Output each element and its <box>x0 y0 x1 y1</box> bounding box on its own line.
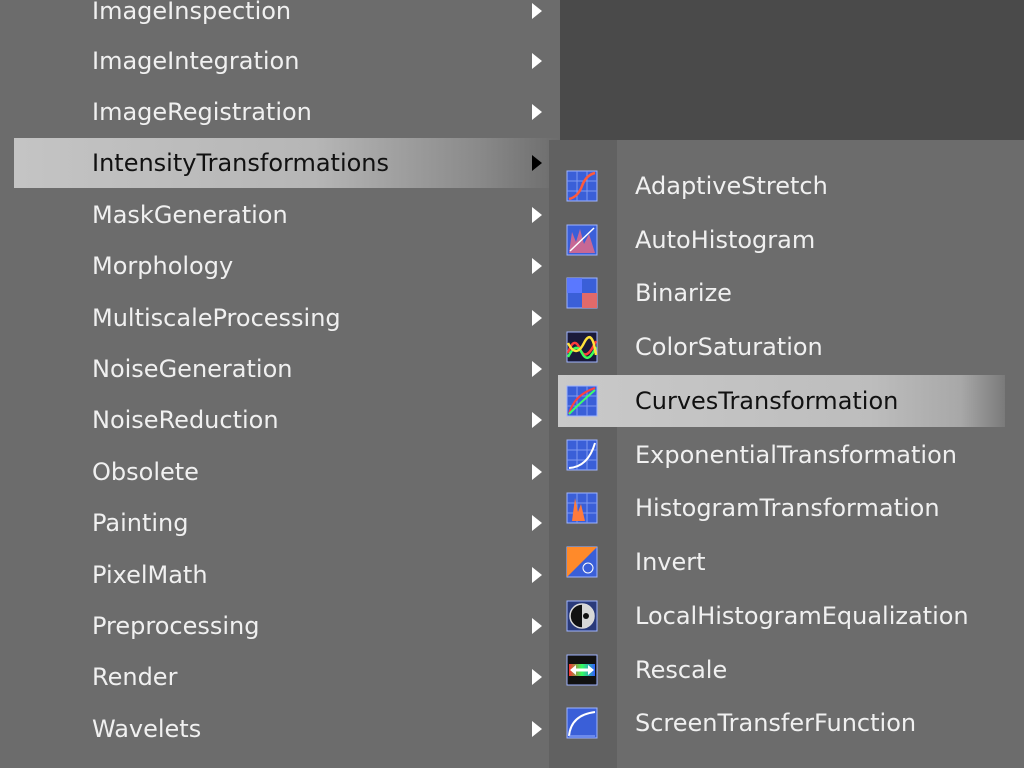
screen: ImageInspection ImageIntegration ImageRe… <box>0 0 1024 768</box>
binarize-icon <box>566 277 598 309</box>
submenu-item-curves-transformation[interactable]: CurvesTransformation <box>558 375 1005 427</box>
menu-item-label: ImageIntegration <box>92 47 300 75</box>
submenu-item-adaptive-stretch[interactable]: AdaptiveStretch <box>549 160 1024 212</box>
menu-item-pixel-math[interactable]: PixelMath <box>74 550 560 600</box>
submenu-arrow-icon <box>532 310 542 326</box>
submenu-item-histogram-transformation[interactable]: HistogramTransformation <box>549 482 1024 534</box>
submenu-item-rescale[interactable]: Rescale <box>549 644 1024 696</box>
menu-item-preprocessing[interactable]: Preprocessing <box>74 601 560 651</box>
submenu-item-local-histogram-equalization[interactable]: LocalHistogramEqualization <box>549 590 1024 642</box>
menu-item-painting[interactable]: Painting <box>74 498 560 548</box>
menu-item-label: Wavelets <box>92 715 202 743</box>
submenu-arrow-icon <box>532 207 542 223</box>
menu-item-label: ImageInspection <box>92 0 292 25</box>
submenu-arrow-icon <box>532 412 542 428</box>
workspace-background <box>560 0 1024 140</box>
submenu-item-label: Rescale <box>635 656 728 684</box>
submenu-item-exponential-transformation[interactable]: ExponentialTransformation <box>549 429 1024 481</box>
menu-item-image-inspection[interactable]: ImageInspection <box>74 0 560 36</box>
menu-item-label: Morphology <box>92 252 234 280</box>
menu-item-label: Painting <box>92 509 189 537</box>
submenu-arrow-icon <box>532 618 542 634</box>
submenu-item-label: AutoHistogram <box>635 226 816 254</box>
submenu-arrow-icon <box>532 721 542 737</box>
submenu-item-auto-histogram[interactable]: AutoHistogram <box>549 214 1024 266</box>
submenu-item-label: LocalHistogramEqualization <box>635 602 969 630</box>
submenu-arrow-icon <box>532 155 542 171</box>
menu-item-noise-reduction[interactable]: NoiseReduction <box>74 395 560 445</box>
menu-item-obsolete[interactable]: Obsolete <box>74 447 560 497</box>
submenu-arrow-icon <box>532 669 542 685</box>
submenu-arrow-icon <box>532 53 542 69</box>
menu-item-multiscale-processing[interactable]: MultiscaleProcessing <box>74 293 560 343</box>
submenu-arrow-icon <box>532 104 542 120</box>
submenu-item-label: ScreenTransferFunction <box>635 709 917 737</box>
submenu-arrow-icon <box>532 567 542 583</box>
intensity-transformations-submenu: AdaptiveStretch AutoHistogram Binarize C… <box>549 140 1024 768</box>
auto-histogram-icon <box>566 224 598 256</box>
menu-item-noise-generation[interactable]: NoiseGeneration <box>74 344 560 394</box>
menu-item-wavelets[interactable]: Wavelets <box>74 704 560 754</box>
submenu-item-label: AdaptiveStretch <box>635 172 828 200</box>
invert-icon <box>566 546 598 578</box>
submenu-arrow-icon <box>532 258 542 274</box>
color-saturation-icon <box>566 331 598 363</box>
menu-item-morphology[interactable]: Morphology <box>74 241 560 291</box>
submenu-item-label: ColorSaturation <box>635 333 823 361</box>
exponential-transformation-icon <box>566 439 598 471</box>
menu-item-label: MaskGeneration <box>92 201 288 229</box>
adaptive-stretch-icon <box>566 170 598 202</box>
local-histogram-equalization-icon <box>566 600 598 632</box>
menu-item-label: IntensityTransformations <box>92 149 390 177</box>
menu-item-image-integration[interactable]: ImageIntegration <box>74 36 560 86</box>
menu-item-label: PixelMath <box>92 561 208 589</box>
submenu-item-label: ExponentialTransformation <box>635 441 957 469</box>
menu-item-image-registration[interactable]: ImageRegistration <box>74 87 560 137</box>
submenu-item-label: HistogramTransformation <box>635 494 940 522</box>
menu-item-render[interactable]: Render <box>74 652 560 702</box>
submenu-item-label: Binarize <box>635 279 732 307</box>
submenu-item-color-saturation[interactable]: ColorSaturation <box>549 321 1024 373</box>
menu-item-mask-generation[interactable]: MaskGeneration <box>74 190 560 240</box>
menu-item-label: ImageRegistration <box>92 98 312 126</box>
submenu-item-label: Invert <box>635 548 706 576</box>
rescale-icon <box>566 654 598 686</box>
submenu-item-invert[interactable]: Invert <box>549 536 1024 588</box>
submenu-item-label: CurvesTransformation <box>635 387 899 415</box>
menu-item-label: NoiseReduction <box>92 406 279 434</box>
submenu-arrow-icon <box>532 515 542 531</box>
left-panel-strip <box>0 0 74 768</box>
menu-item-label: Obsolete <box>92 458 199 486</box>
menu-item-intensity-transformations[interactable]: IntensityTransformations <box>14 138 560 188</box>
submenu-arrow-icon <box>532 361 542 377</box>
menu-item-label: NoiseGeneration <box>92 355 293 383</box>
submenu-item-binarize[interactable]: Binarize <box>549 267 1024 319</box>
screen-transfer-function-icon <box>566 707 598 739</box>
histogram-transformation-icon <box>566 492 598 524</box>
process-category-menu: ImageInspection ImageIntegration ImageRe… <box>14 0 560 768</box>
menu-item-label: MultiscaleProcessing <box>92 304 341 332</box>
menu-item-label: Preprocessing <box>92 612 260 640</box>
submenu-item-screen-transfer-function[interactable]: ScreenTransferFunction <box>549 697 1024 749</box>
menu-item-label: Render <box>92 663 178 691</box>
submenu-arrow-icon <box>532 3 542 19</box>
curves-transformation-icon <box>566 385 598 417</box>
submenu-arrow-icon <box>532 464 542 480</box>
